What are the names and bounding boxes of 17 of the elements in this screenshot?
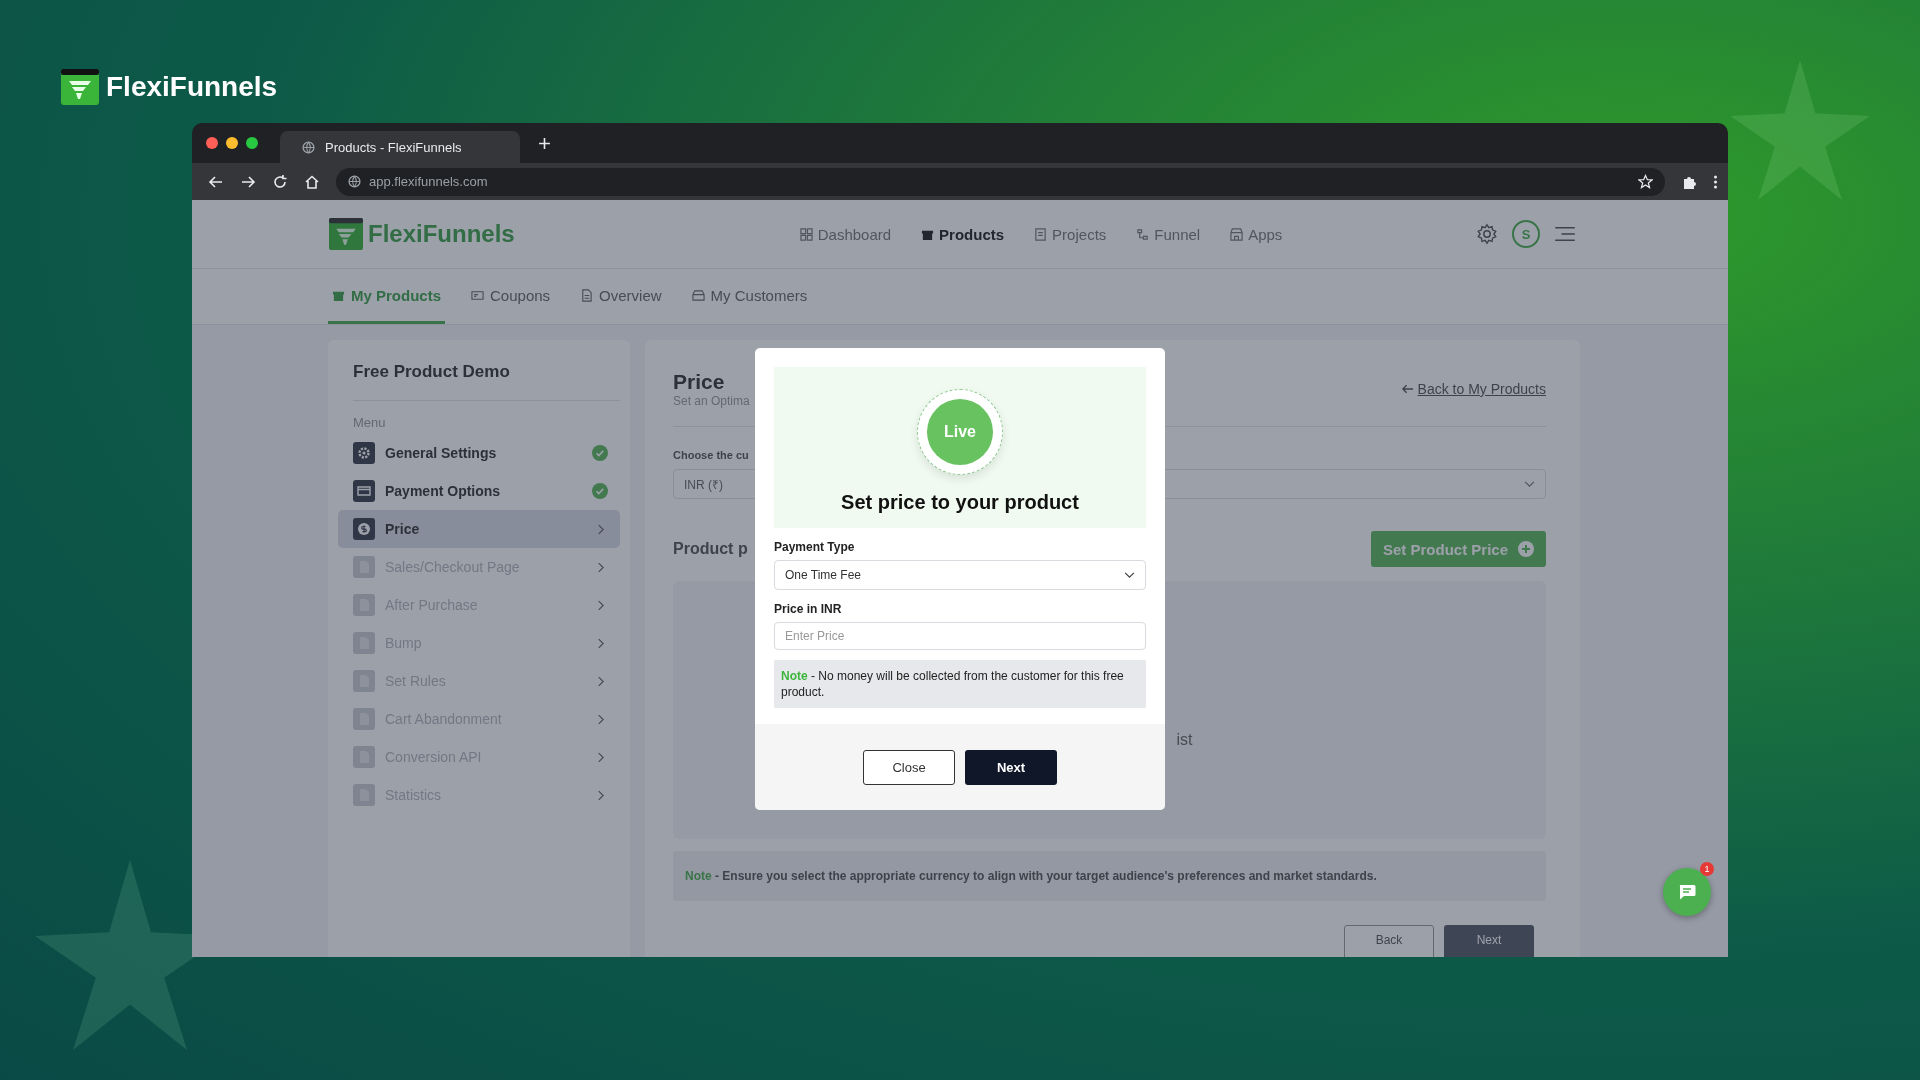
field-label: Choose the cu	[673, 449, 750, 461]
menu-label: Menu	[353, 415, 387, 430]
section-subtitle: Set an Optima	[673, 394, 750, 408]
live-badge: Live	[927, 399, 993, 465]
empty-list-text: ist	[1176, 731, 1193, 749]
dialog-note: Note - No money will be collected from the customer for this free product.	[774, 660, 1146, 708]
currency-note: Note - Ensure you select the appropriate currency to align with your target audience's preferences and market standards.	[673, 851, 1546, 901]
field-label: Payment Type	[774, 540, 856, 554]
tab-title: Products - FlexiFunnels	[325, 139, 462, 155]
notification-badge: 1	[1700, 862, 1714, 876]
field-label: Price in INR	[774, 602, 843, 616]
section-heading: Product p	[673, 540, 748, 558]
product-title: Free Product Demo	[353, 362, 620, 401]
brand-name: FlexiFunnels	[368, 220, 515, 248]
brand-name: FlexiFunnels	[106, 71, 278, 103]
section-title: Price	[673, 370, 726, 394]
dialog-title: Set price to your product	[841, 491, 1079, 514]
